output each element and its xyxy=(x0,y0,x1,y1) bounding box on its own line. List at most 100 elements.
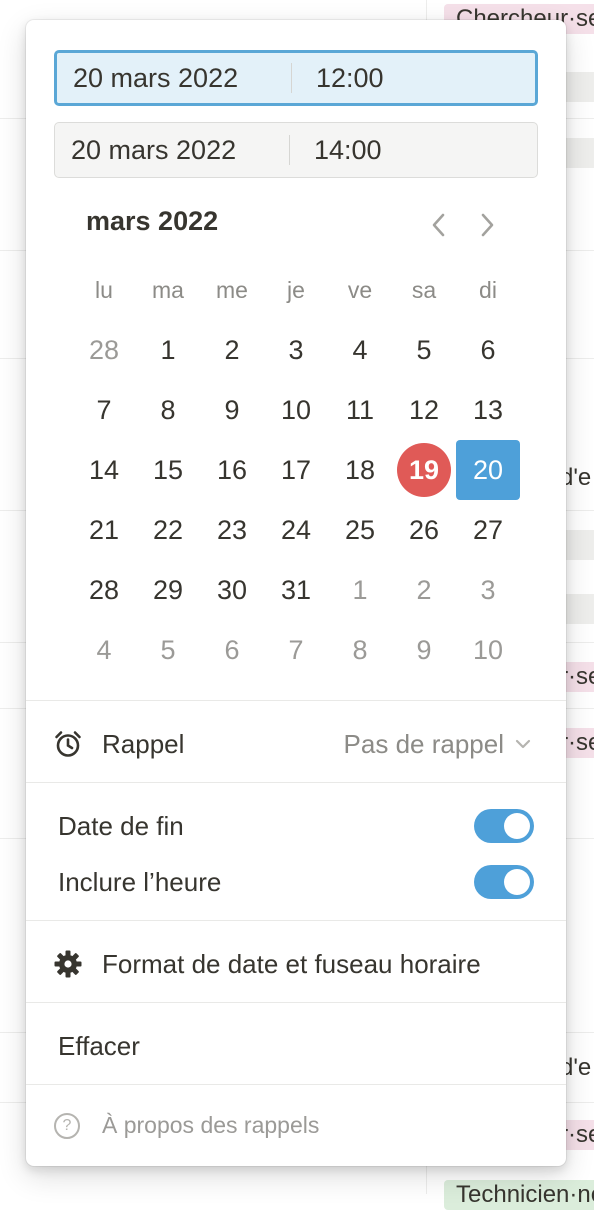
calendar-day[interactable]: 25 xyxy=(328,500,392,560)
calendar-day[interactable]: 31 xyxy=(264,560,328,620)
calendar-day[interactable]: 23 xyxy=(200,500,264,560)
weekday-label: di xyxy=(479,277,497,303)
calendar-day-number: 8 xyxy=(160,394,176,425)
calendar-day-number: 25 xyxy=(344,514,376,545)
calendar-day[interactable]: 8 xyxy=(328,620,392,680)
calendar-day[interactable]: 1 xyxy=(328,560,392,620)
include-time-toggle[interactable] xyxy=(474,865,534,899)
calendar-day[interactable]: 29 xyxy=(136,560,200,620)
calendar-day[interactable]: 4 xyxy=(72,620,136,680)
calendar-day[interactable]: 6 xyxy=(456,320,520,380)
calendar-day[interactable]: 9 xyxy=(200,380,264,440)
calendar-day-number: 5 xyxy=(160,634,176,665)
calendar-day[interactable]: 8 xyxy=(136,380,200,440)
calendar-week-row: 21 22 23 24 25 26 27 xyxy=(72,500,520,560)
calendar-day-number: 27 xyxy=(472,514,504,545)
calendar-day-number: 22 xyxy=(152,514,184,545)
weekday-label: ve xyxy=(347,277,373,303)
calendar-day[interactable]: 27 xyxy=(456,500,520,560)
question-circle-icon: ? xyxy=(54,1112,80,1139)
next-month-button[interactable] xyxy=(472,210,502,240)
weekday-label: me xyxy=(216,277,248,303)
format-timezone-row[interactable]: Format de date et fuseau horaire xyxy=(26,942,566,986)
calendar-day[interactable]: 13 xyxy=(456,380,520,440)
start-datetime-field[interactable]: 20 mars 2022 12:00 xyxy=(54,50,538,106)
include-time-row: Inclure l’heure xyxy=(26,862,566,902)
calendar-day-number: 30 xyxy=(216,574,248,605)
tag-chip[interactable]: Technicien·ne xyxy=(444,1180,594,1210)
alarm-clock-icon xyxy=(52,728,84,760)
calendar-day[interactable]: 10 xyxy=(264,380,328,440)
calendar-day[interactable]: 22 xyxy=(136,500,200,560)
calendar-day-number: 18 xyxy=(344,454,376,485)
end-date-input[interactable]: 20 mars 2022 xyxy=(55,135,289,166)
calendar-day[interactable]: 17 xyxy=(264,440,328,500)
calendar-day[interactable]: 6 xyxy=(200,620,264,680)
reminder-value: Pas de rappel xyxy=(343,728,504,759)
about-reminders-link[interactable]: ? À propos des rappels xyxy=(54,1112,319,1139)
calendar-day[interactable]: 7 xyxy=(264,620,328,680)
clear-button[interactable]: Effacer xyxy=(26,1024,566,1068)
end-date-row: Date de fin xyxy=(26,806,566,846)
divider xyxy=(26,782,566,783)
calendar-day[interactable]: 28 xyxy=(72,560,136,620)
calendar-day[interactable]: 3 xyxy=(264,320,328,380)
calendar-day-number: 10 xyxy=(280,394,312,425)
end-datetime-field[interactable]: 20 mars 2022 14:00 xyxy=(54,122,538,178)
calendar-day[interactable]: 28 xyxy=(72,320,136,380)
calendar-day-number: 23 xyxy=(216,514,248,545)
weekday-label: ma xyxy=(152,277,184,303)
calendar-day[interactable]: 10 xyxy=(456,620,520,680)
reminder-row[interactable]: Rappel Pas de rappel xyxy=(26,722,566,766)
weekday-label: je xyxy=(287,277,305,303)
calendar-day-number: 6 xyxy=(224,634,240,665)
calendar-day-number: 14 xyxy=(88,454,120,485)
end-time-input[interactable]: 14:00 xyxy=(290,135,382,166)
end-date-toggle[interactable] xyxy=(474,809,534,843)
calendar-day-number: 5 xyxy=(416,334,432,365)
calendar-day-number: 28 xyxy=(88,334,120,365)
calendar-day-number: 3 xyxy=(480,574,496,605)
calendar-day[interactable]: 9 xyxy=(392,620,456,680)
calendar-day[interactable]: 11 xyxy=(328,380,392,440)
reminder-select[interactable]: Pas de rappel xyxy=(344,729,532,760)
calendar-day[interactable]: 21 xyxy=(72,500,136,560)
calendar-day[interactable]: 30 xyxy=(200,560,264,620)
calendar-day[interactable]: 5 xyxy=(136,620,200,680)
calendar-day-number: 15 xyxy=(152,454,184,485)
calendar-day-number: 11 xyxy=(345,394,375,425)
start-time-input[interactable]: 12:00 xyxy=(292,63,384,94)
calendar-day-number: 13 xyxy=(472,394,504,425)
calendar-day[interactable]: 2 xyxy=(392,560,456,620)
calendar-day-today[interactable]: 19 xyxy=(392,440,456,500)
calendar-day[interactable]: 15 xyxy=(136,440,200,500)
chevron-down-icon xyxy=(515,739,531,749)
calendar-day[interactable]: 1 xyxy=(136,320,200,380)
calendar-day[interactable]: 18 xyxy=(328,440,392,500)
calendar-day-number: 21 xyxy=(88,514,120,545)
calendar-week-row: 28 29 30 31 1 2 3 xyxy=(72,560,520,620)
calendar-day[interactable]: 3 xyxy=(456,560,520,620)
calendar-day-number: 9 xyxy=(224,394,240,425)
calendar-day[interactable]: 24 xyxy=(264,500,328,560)
calendar-day[interactable]: 14 xyxy=(72,440,136,500)
clear-label: Effacer xyxy=(58,1030,140,1061)
calendar-week-row: 4 5 6 7 8 9 10 xyxy=(72,620,520,680)
prev-month-button[interactable] xyxy=(424,210,454,240)
calendar-day-number: 20 xyxy=(456,440,520,500)
calendar-day-number: 2 xyxy=(224,334,240,365)
calendar-day[interactable]: 16 xyxy=(200,440,264,500)
calendar-day[interactable]: 7 xyxy=(72,380,136,440)
calendar-day-number: 31 xyxy=(280,574,312,605)
calendar-day[interactable]: 12 xyxy=(392,380,456,440)
calendar-day[interactable]: 4 xyxy=(328,320,392,380)
include-time-label: Inclure l’heure xyxy=(58,866,222,897)
calendar-day[interactable]: 26 xyxy=(392,500,456,560)
calendar-day[interactable]: 2 xyxy=(200,320,264,380)
start-date-input[interactable]: 20 mars 2022 xyxy=(57,63,291,94)
calendar-day-selected[interactable]: 20 xyxy=(456,440,520,500)
calendar-day[interactable]: 5 xyxy=(392,320,456,380)
calendar-day-number: 10 xyxy=(472,634,504,665)
toggle-knob xyxy=(504,869,530,895)
reminder-label: Rappel xyxy=(102,728,185,759)
